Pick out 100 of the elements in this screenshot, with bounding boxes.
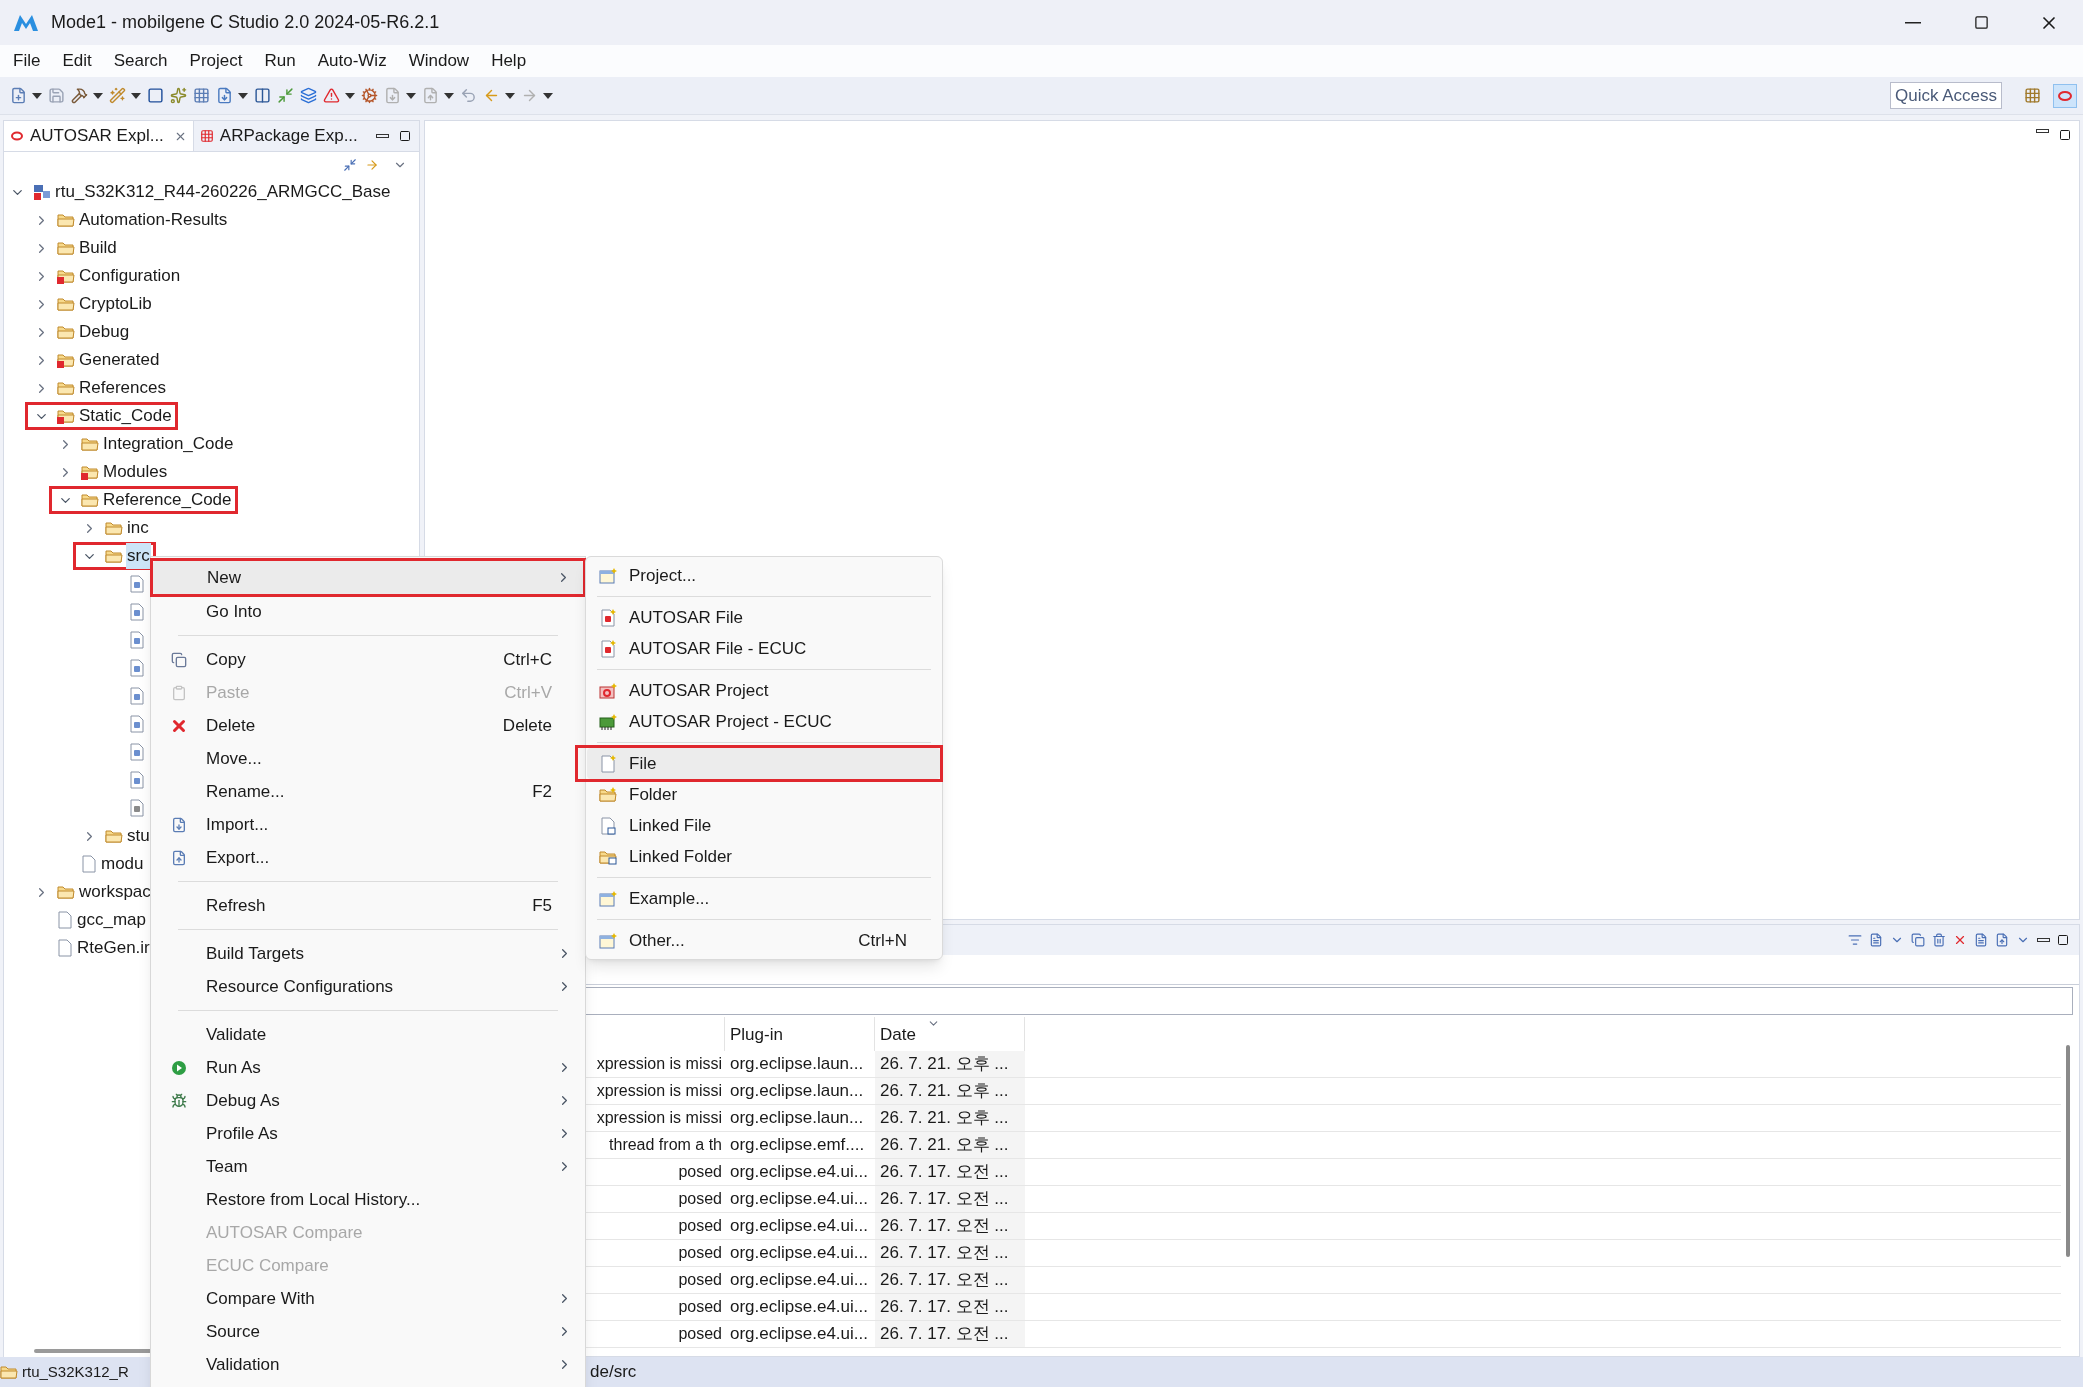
quick-access-field[interactable]: Quick Access: [1889, 82, 2002, 109]
maximize-icon[interactable]: [399, 130, 411, 142]
tree-item[interactable]: References: [78, 375, 167, 401]
dropdown-caret-icon[interactable]: [131, 92, 141, 99]
tree-item[interactable]: Reference_Code: [102, 487, 233, 513]
tree-item[interactable]: Modules: [102, 459, 169, 485]
menu-item[interactable]: Profile As: [152, 1117, 584, 1150]
gears-icon[interactable]: [361, 87, 378, 104]
dropdown-caret-icon[interactable]: [406, 92, 416, 99]
menu-item[interactable]: Folder: [587, 779, 941, 810]
menu-item[interactable]: AUTOSAR File: [587, 602, 941, 633]
dropdown-caret-icon[interactable]: [543, 92, 553, 99]
menu-bar-item[interactable]: Edit: [55, 48, 99, 74]
filter-icon[interactable]: [1848, 933, 1862, 947]
tree-item[interactable]: Build: [78, 235, 118, 261]
hammer-icon[interactable]: [71, 87, 88, 104]
tree-item[interactable]: Automation-Results: [78, 207, 229, 233]
tree-item[interactable]: Configuration: [78, 263, 182, 289]
square-icon[interactable]: [147, 87, 164, 104]
menu-bar-item[interactable]: Search: [106, 48, 175, 74]
maximize-icon[interactable]: [2059, 129, 2071, 141]
document-icon[interactable]: [1869, 933, 1883, 947]
minimize-icon[interactable]: [2037, 938, 2050, 942]
menu-item[interactable]: Debug As: [152, 1084, 584, 1117]
menu-item[interactable]: Project...: [587, 560, 941, 591]
copy-icon[interactable]: [1911, 933, 1925, 947]
tree-item[interactable]: inc: [126, 515, 150, 541]
dropdown-caret-icon[interactable]: [505, 92, 515, 99]
menu-item[interactable]: Go Into: [152, 595, 584, 628]
menu-item[interactable]: Team: [152, 1150, 584, 1183]
menu-item[interactable]: Import...: [152, 808, 584, 841]
panel-tab[interactable]: ARPackage Exp...: [193, 121, 364, 151]
tree-item[interactable]: CryptoLib: [78, 291, 153, 317]
menu-item[interactable]: Source: [152, 1315, 584, 1348]
panel-tab[interactable]: AUTOSAR Expl...: [4, 121, 194, 151]
tree-item[interactable]: gcc_map: [76, 907, 147, 933]
tree-item[interactable]: Integration_Code: [102, 431, 235, 457]
menu-item[interactable]: Run As: [152, 1051, 584, 1084]
menu-item[interactable]: Rename... F2: [152, 775, 584, 808]
menu-item[interactable]: Compare With: [152, 1282, 584, 1315]
download-icon[interactable]: [216, 87, 233, 104]
menu-bar-item[interactable]: Help: [484, 48, 534, 74]
menu-item[interactable]: File: [587, 748, 940, 779]
export-icon[interactable]: [1995, 933, 2009, 947]
tree-item[interactable]: Debug: [78, 319, 131, 345]
menu-item[interactable]: Move...: [152, 742, 584, 775]
tree-item[interactable]: Generated: [78, 347, 161, 373]
new-file-icon[interactable]: [10, 87, 27, 104]
menu-item[interactable]: AUTOSAR Project - ECUC: [587, 706, 941, 737]
vertical-scrollbar[interactable]: [2066, 1045, 2070, 1257]
dropdown-caret-icon[interactable]: [444, 92, 454, 99]
tree-item[interactable]: RteGen.ir: [76, 935, 151, 961]
menu-item[interactable]: Refresh F5: [152, 889, 584, 922]
tree-item[interactable]: modu: [100, 851, 145, 877]
dropdown-caret-icon[interactable]: [345, 92, 355, 99]
tree-item[interactable]: workspac: [78, 879, 152, 905]
collapse-all-icon[interactable]: [343, 158, 357, 172]
minimize-icon[interactable]: [376, 134, 389, 138]
menu-item[interactable]: Delete Delete: [152, 709, 584, 742]
autosar-perspective-button[interactable]: [2053, 83, 2077, 108]
table-cell-text: posed: [677, 1189, 723, 1209]
menu-item[interactable]: Resource Configurations: [152, 970, 584, 1003]
menu-item[interactable]: New: [153, 561, 583, 594]
menu-item[interactable]: AUTOSAR File - ECUC: [587, 633, 941, 664]
maximize-icon[interactable]: [2057, 934, 2069, 946]
menu-bar-item[interactable]: Window: [401, 48, 477, 74]
menu-bar-item[interactable]: Project: [182, 48, 250, 74]
menu-item[interactable]: Build Targets: [152, 937, 584, 970]
bug-icon: [171, 1092, 187, 1109]
menu-item[interactable]: AUTOSAR Project: [587, 675, 941, 706]
menu-bar-item[interactable]: Run: [257, 48, 303, 74]
column-header[interactable]: Plug-in: [725, 1017, 875, 1051]
wand-icon[interactable]: [109, 87, 126, 104]
menu-item[interactable]: Validate: [152, 1018, 584, 1051]
menu-bar-item[interactable]: Auto-Wiz: [310, 48, 394, 74]
tree-item[interactable]: stu: [126, 823, 151, 849]
menu-item[interactable]: Validation: [152, 1348, 584, 1381]
menu-item[interactable]: Linked Folder: [587, 841, 941, 872]
dropdown-caret-icon[interactable]: [93, 92, 103, 99]
tree-item[interactable]: rtu_S32K312_R44-260226_ARMGCC_Base: [54, 179, 392, 205]
perspective-icon[interactable]: [2024, 87, 2041, 104]
menu-item[interactable]: Linked File: [587, 810, 941, 841]
menu-item[interactable]: Example...: [587, 883, 941, 914]
menu-item[interactable]: Export...: [152, 841, 584, 874]
menu-item[interactable]: Restore from Local History...: [152, 1183, 584, 1216]
menu-bar-item[interactable]: File: [6, 48, 48, 74]
minimize-icon[interactable]: [2036, 129, 2049, 133]
warning-icon[interactable]: [323, 87, 340, 104]
document-icon[interactable]: [1974, 933, 1988, 947]
delete-icon[interactable]: [1953, 933, 1967, 947]
menu-item[interactable]: Copy Ctrl+C: [152, 643, 584, 676]
tree-item[interactable]: Static_Code: [78, 403, 173, 429]
sparkle-icon[interactable]: [170, 87, 187, 104]
horizontal-scrollbar[interactable]: [34, 1349, 152, 1353]
grid-icon[interactable]: [193, 87, 210, 104]
dropdown-caret-icon[interactable]: [32, 92, 42, 99]
tree-item[interactable]: src: [126, 543, 151, 569]
columns-icon[interactable]: [254, 87, 271, 104]
dropdown-caret-icon[interactable]: [238, 92, 248, 99]
layers-icon[interactable]: [300, 87, 317, 104]
